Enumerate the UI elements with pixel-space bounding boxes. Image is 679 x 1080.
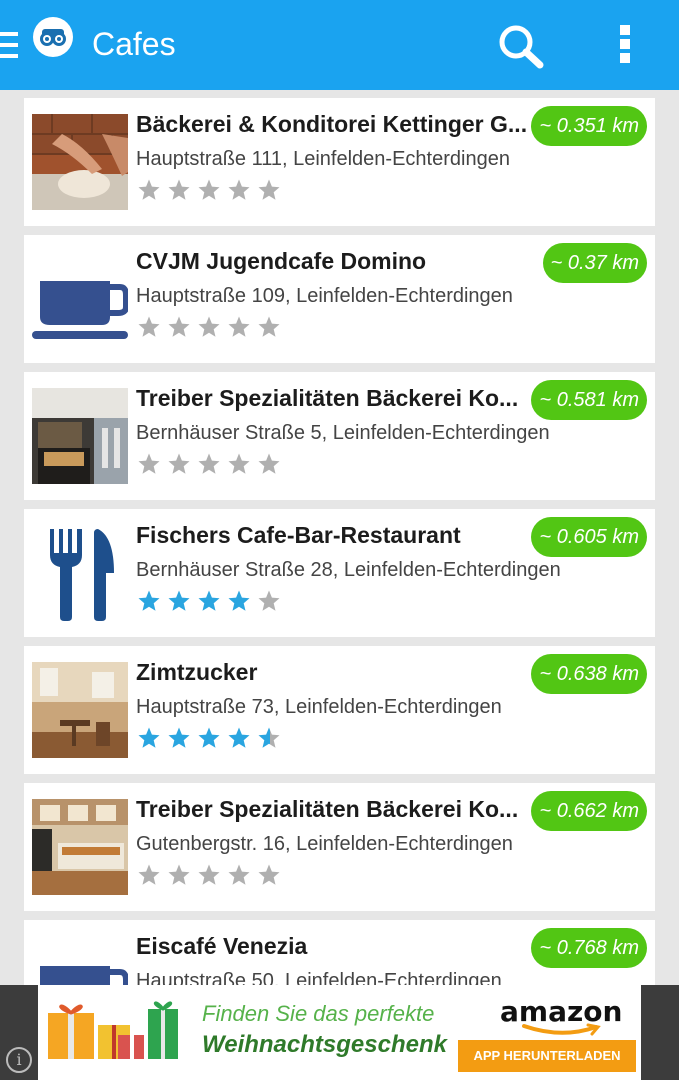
cafe-address: Hauptstraße 73, Leinfelden-Echterdingen xyxy=(136,696,502,718)
cafe-list[interactable]: Bäckerei & Konditorei Kettinger G... Haup… xyxy=(0,90,679,985)
star-icon xyxy=(198,179,220,200)
star-icon xyxy=(168,453,190,474)
thumbnail-image xyxy=(32,388,128,484)
ad-banner-area: i Finden Sie das perfekte Weihnachtsgesc… xyxy=(0,985,679,1080)
star-icon xyxy=(228,179,250,200)
hamburger-icon[interactable] xyxy=(0,30,20,60)
cafe-address: Bernhäuser Straße 28, Leinfelden-Echterd… xyxy=(136,559,561,581)
cafe-name: Eiscafé Venezia xyxy=(136,933,308,959)
star-icon xyxy=(168,179,190,200)
ad-subheadline: Weihnachtsgeschenk xyxy=(202,1031,447,1058)
distance-badge: ~ 0.638 km xyxy=(531,654,647,694)
page-title: Cafes xyxy=(92,26,176,62)
star-icon xyxy=(138,316,160,337)
star-icon xyxy=(198,864,220,885)
coffee-cup-icon xyxy=(32,936,128,985)
star-icon xyxy=(168,590,190,611)
star-icon xyxy=(138,590,160,611)
gift-boxes-icon xyxy=(46,999,180,1061)
download-app-button[interactable]: APP HERUNTERLADEN xyxy=(458,1040,636,1072)
rating-stars xyxy=(137,726,281,752)
cafe-address: Bernhäuser Straße 5, Leinfelden-Echterdi… xyxy=(136,422,550,444)
list-item[interactable]: CVJM Jugendcafe Domino Hauptstraße 109, L… xyxy=(24,235,655,363)
cafe-name: CVJM Jugendcafe Domino xyxy=(136,248,427,274)
fork-knife-icon xyxy=(32,525,128,621)
search-icon[interactable] xyxy=(496,22,546,70)
star-icon xyxy=(258,179,280,200)
star-icon xyxy=(228,727,250,748)
star-icon xyxy=(198,316,220,337)
star-icon xyxy=(258,453,280,474)
star-icon xyxy=(138,864,160,885)
cafe-address: Hauptstraße 50, Leinfelden-Echterdingen xyxy=(136,970,502,985)
binoculars-logo-icon[interactable] xyxy=(33,17,73,57)
cafe-name: Treiber Spezialitäten Bäckerei Ko... xyxy=(136,796,519,822)
ad-headline: Finden Sie das perfekte xyxy=(202,1001,435,1026)
star-icon xyxy=(198,453,220,474)
star-icon xyxy=(228,316,250,337)
cafe-name: Bäckerei & Konditorei Kettinger G... xyxy=(136,111,528,137)
star-icon xyxy=(168,864,190,885)
cafe-name: Treiber Spezialitäten Bäckerei Ko... xyxy=(136,385,519,411)
star-icon xyxy=(198,590,220,611)
rating-stars xyxy=(137,863,281,889)
star-icon xyxy=(228,453,250,474)
cafe-address: Hauptstraße 109, Leinfelden-Echterdingen xyxy=(136,285,513,307)
star-icon xyxy=(198,727,220,748)
cafe-address: Hauptstraße 111, Leinfelden-Echterdingen xyxy=(136,148,510,170)
distance-badge: ~ 0.768 km xyxy=(531,928,647,968)
star-icon xyxy=(258,316,280,337)
star-icon xyxy=(138,453,160,474)
more-vertical-icon[interactable] xyxy=(616,25,636,69)
list-item[interactable]: Eiscafé Venezia Hauptstraße 50, Leinfelde… xyxy=(24,920,655,985)
list-item[interactable]: Fischers Cafe-Bar-Restaurant Bernhäuser S… xyxy=(24,509,655,637)
thumbnail-image xyxy=(32,799,128,895)
coffee-cup-icon xyxy=(32,251,128,347)
thumbnail-image xyxy=(32,662,128,758)
star-icon xyxy=(168,727,190,748)
rating-stars xyxy=(137,589,281,615)
star-icon xyxy=(228,864,250,885)
app-bar: Cafes xyxy=(0,0,679,90)
cafe-name: Fischers Cafe-Bar-Restaurant xyxy=(136,522,461,548)
amazon-smile-icon xyxy=(522,1023,601,1036)
star-icon xyxy=(138,727,160,748)
distance-badge: ~ 0.351 km xyxy=(531,106,647,146)
list-item[interactable]: Bäckerei & Konditorei Kettinger G... Haup… xyxy=(24,98,655,226)
rating-stars xyxy=(137,452,281,478)
list-item[interactable]: Treiber Spezialitäten Bäckerei Ko... Bern… xyxy=(24,372,655,500)
thumbnail-image xyxy=(32,114,128,210)
star-icon xyxy=(258,864,280,885)
star-icon xyxy=(258,590,280,611)
distance-badge: ~ 0.581 km xyxy=(531,380,647,420)
distance-badge: ~ 0.662 km xyxy=(531,791,647,831)
star-icon xyxy=(168,316,190,337)
list-item[interactable]: Treiber Spezialitäten Bäckerei Ko... Gute… xyxy=(24,783,655,911)
star-icon xyxy=(228,590,250,611)
list-item[interactable]: Zimtzucker Hauptstraße 73, Leinfelden-Ech… xyxy=(24,646,655,774)
ad-banner[interactable]: Finden Sie das perfekte Weihnachtsgesche… xyxy=(38,985,641,1080)
info-icon[interactable]: i xyxy=(6,1047,32,1073)
cafe-address: Gutenbergstr. 16, Leinfelden-Echterdinge… xyxy=(136,833,513,855)
star-icon xyxy=(258,727,280,748)
rating-stars xyxy=(137,178,281,204)
rating-stars xyxy=(137,315,281,341)
star-icon xyxy=(138,179,160,200)
cafe-name: Zimtzucker xyxy=(136,659,258,685)
distance-badge: ~ 0.605 km xyxy=(531,517,647,557)
distance-badge: ~ 0.37 km xyxy=(542,243,647,283)
